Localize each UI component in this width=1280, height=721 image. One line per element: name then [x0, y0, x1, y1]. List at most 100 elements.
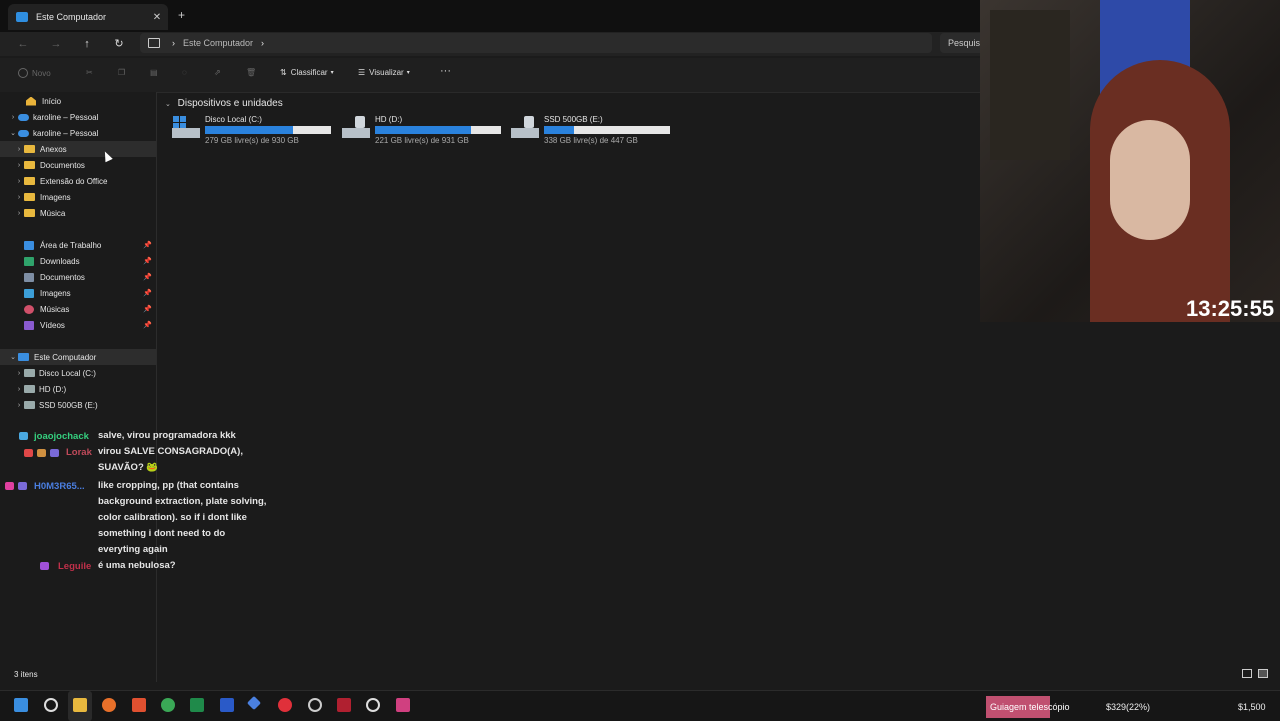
chat-badge-icon: [24, 449, 33, 457]
refresh-button[interactable]: ↻: [110, 36, 128, 52]
chevron-down-icon: ▾: [330, 70, 334, 76]
command-bar: Novo ✂ ❐ ▤ ◌ ⇗ 🗑 ⇅ Classificar ▾ ☰ Visua…: [0, 58, 980, 93]
new-button[interactable]: Novo: [18, 68, 51, 78]
forward-button[interactable]: →: [47, 36, 65, 52]
app-diamond-icon[interactable]: [246, 695, 262, 711]
view-button[interactable]: ☰ Visualizar ▾: [358, 68, 410, 77]
cloud-icon: [18, 129, 29, 137]
drive-name: Disco Local (C:): [205, 115, 262, 124]
section-devices[interactable]: ⌄ Dispositivos e unidades: [165, 98, 283, 109]
word-icon[interactable]: [220, 698, 234, 712]
quick-access-label: Documentos: [40, 272, 85, 282]
tab-este-computador[interactable]: Este Computador ✕: [8, 4, 168, 30]
drive-free-space: 221 GB livre(s) de 931 GB: [375, 136, 469, 145]
pin-icon[interactable]: 📌: [143, 321, 152, 329]
details-view-icon[interactable]: [1242, 669, 1252, 678]
quick-access-videos[interactable]: Vídeos 📌: [0, 317, 156, 333]
delete-icon[interactable]: 🗑: [246, 68, 256, 77]
sidebar-item-onedrive-expanded[interactable]: ⌄ karoline – Pessoal: [0, 125, 156, 141]
drive-usage-bar: [544, 126, 670, 134]
quick-access-label: Imagens: [40, 288, 71, 298]
sidebar-item-drive-c[interactable]: › Disco Local (C:): [0, 365, 156, 381]
quick-access-images[interactable]: Imagens 📌: [0, 285, 156, 301]
breadcrumb-chevron: ›: [172, 38, 175, 48]
sidebar-item-extensao-office[interactable]: › Extensão do Office: [0, 173, 156, 189]
sidebar-item-anexos[interactable]: › Anexos: [0, 141, 156, 157]
drive-icon: [24, 369, 35, 377]
chat-badge-icon: [18, 482, 27, 490]
sidebar-item-home[interactable]: Início: [0, 93, 156, 109]
video-icon: [24, 320, 34, 330]
breadcrumb-item[interactable]: Este Computador: [183, 38, 253, 48]
tab-title: Este Computador: [36, 12, 107, 22]
windows-start-icon[interactable]: [14, 698, 28, 712]
close-tab-icon[interactable]: ✕: [150, 12, 164, 23]
content-pane: ⌄ Dispositivos e unidades Disco Local (C…: [157, 92, 980, 682]
back-button[interactable]: ←: [14, 36, 32, 52]
section-title: Dispositivos e unidades: [177, 98, 283, 109]
media-player-icon[interactable]: [366, 698, 380, 712]
drive-free-space: 338 GB livre(s) de 447 GB: [544, 136, 638, 145]
chrome-icon[interactable]: [161, 698, 175, 712]
sidebar-item-this-pc[interactable]: ⌄ Este Computador: [0, 349, 156, 365]
brave-icon[interactable]: [132, 698, 146, 712]
tiles-view-icon[interactable]: [1258, 669, 1268, 678]
search-icon[interactable]: [44, 698, 58, 712]
sidebar-item-documentos[interactable]: › Documentos: [0, 157, 156, 173]
sidebar-item-label: SSD 500GB (E:): [39, 400, 98, 410]
download-icon: [24, 256, 34, 266]
paste-icon[interactable]: ▤: [150, 68, 158, 77]
quick-access-desktop[interactable]: Área de Trabalho 📌: [0, 237, 156, 253]
sidebar-item-musica[interactable]: › Música: [0, 205, 156, 221]
sidebar-item-label: Disco Local (C:): [39, 368, 96, 378]
donation-goal-bar: Guiagem telescópio: [986, 696, 1070, 718]
drive-tile-c[interactable]: Disco Local (C:) 279 GB livre(s) de 930 …: [171, 114, 341, 146]
sidebar-item-drive-d[interactable]: › HD (D:): [0, 381, 156, 397]
firefox-icon[interactable]: [102, 698, 116, 712]
rename-icon[interactable]: ◌: [182, 68, 187, 77]
copy-icon[interactable]: ❐: [118, 68, 125, 77]
sidebar-item-onedrive[interactable]: › karoline – Pessoal: [0, 109, 156, 125]
status-bar: 3 itens: [0, 666, 980, 684]
new-tab-button[interactable]: +: [178, 8, 185, 22]
item-count: 3 itens: [14, 670, 38, 679]
pin-icon[interactable]: 📌: [143, 241, 152, 249]
chat-username: joaojochack: [34, 431, 89, 442]
breadcrumb-chevron-end[interactable]: ›: [261, 38, 264, 48]
address-bar[interactable]: › Este Computador ›: [140, 33, 932, 53]
pin-icon[interactable]: 📌: [143, 257, 152, 265]
chat-badge-icon: [19, 432, 28, 440]
file-explorer-icon[interactable]: [73, 698, 87, 712]
share-icon[interactable]: ⇗: [214, 68, 221, 77]
drive-icon: [511, 116, 539, 138]
sidebar-item-label: karoline – Pessoal: [33, 128, 99, 138]
goal-progress: $329(22%): [1106, 702, 1151, 712]
cut-icon[interactable]: ✂: [86, 68, 93, 77]
drive-tile-d[interactable]: HD (D:) 221 GB livre(s) de 931 GB: [341, 114, 511, 146]
video-app-icon[interactable]: [337, 698, 351, 712]
sidebar-item-label: HD (D:): [39, 384, 67, 394]
obs-icon[interactable]: [308, 698, 322, 712]
excel-icon[interactable]: [190, 698, 204, 712]
sidebar-item-drive-e[interactable]: › SSD 500GB (E:): [0, 397, 156, 413]
pin-icon[interactable]: 📌: [143, 305, 152, 313]
windows-drive-icon: [172, 116, 200, 138]
pin-icon[interactable]: 📌: [143, 289, 152, 297]
chat-badge-icon: [5, 482, 14, 490]
sort-button[interactable]: ⇅ Classificar ▾: [280, 68, 334, 77]
folder-icon: [24, 177, 35, 185]
youtube-icon[interactable]: [278, 698, 292, 712]
up-button[interactable]: ↑: [78, 36, 96, 52]
sidebar-item-imagens[interactable]: › Imagens: [0, 189, 156, 205]
webcam-feed: [980, 0, 1280, 322]
quick-access-downloads[interactable]: Downloads 📌: [0, 253, 156, 269]
navigation-bar: ← → ↑ ↻ › Este Computador › Pesquisar: [0, 32, 980, 56]
search-input[interactable]: Pesquisar: [940, 33, 980, 53]
quick-access-documents[interactable]: Documentos 📌: [0, 269, 156, 285]
drive-tile-e[interactable]: SSD 500GB (E:) 338 GB livre(s) de 447 GB: [510, 114, 680, 146]
more-options-button[interactable]: ···: [440, 65, 451, 77]
pin-icon[interactable]: 📌: [143, 273, 152, 281]
app-icon[interactable]: [396, 698, 410, 712]
quick-access-music[interactable]: Músicas 📌: [0, 301, 156, 317]
chat-username: Leguile: [58, 561, 92, 572]
